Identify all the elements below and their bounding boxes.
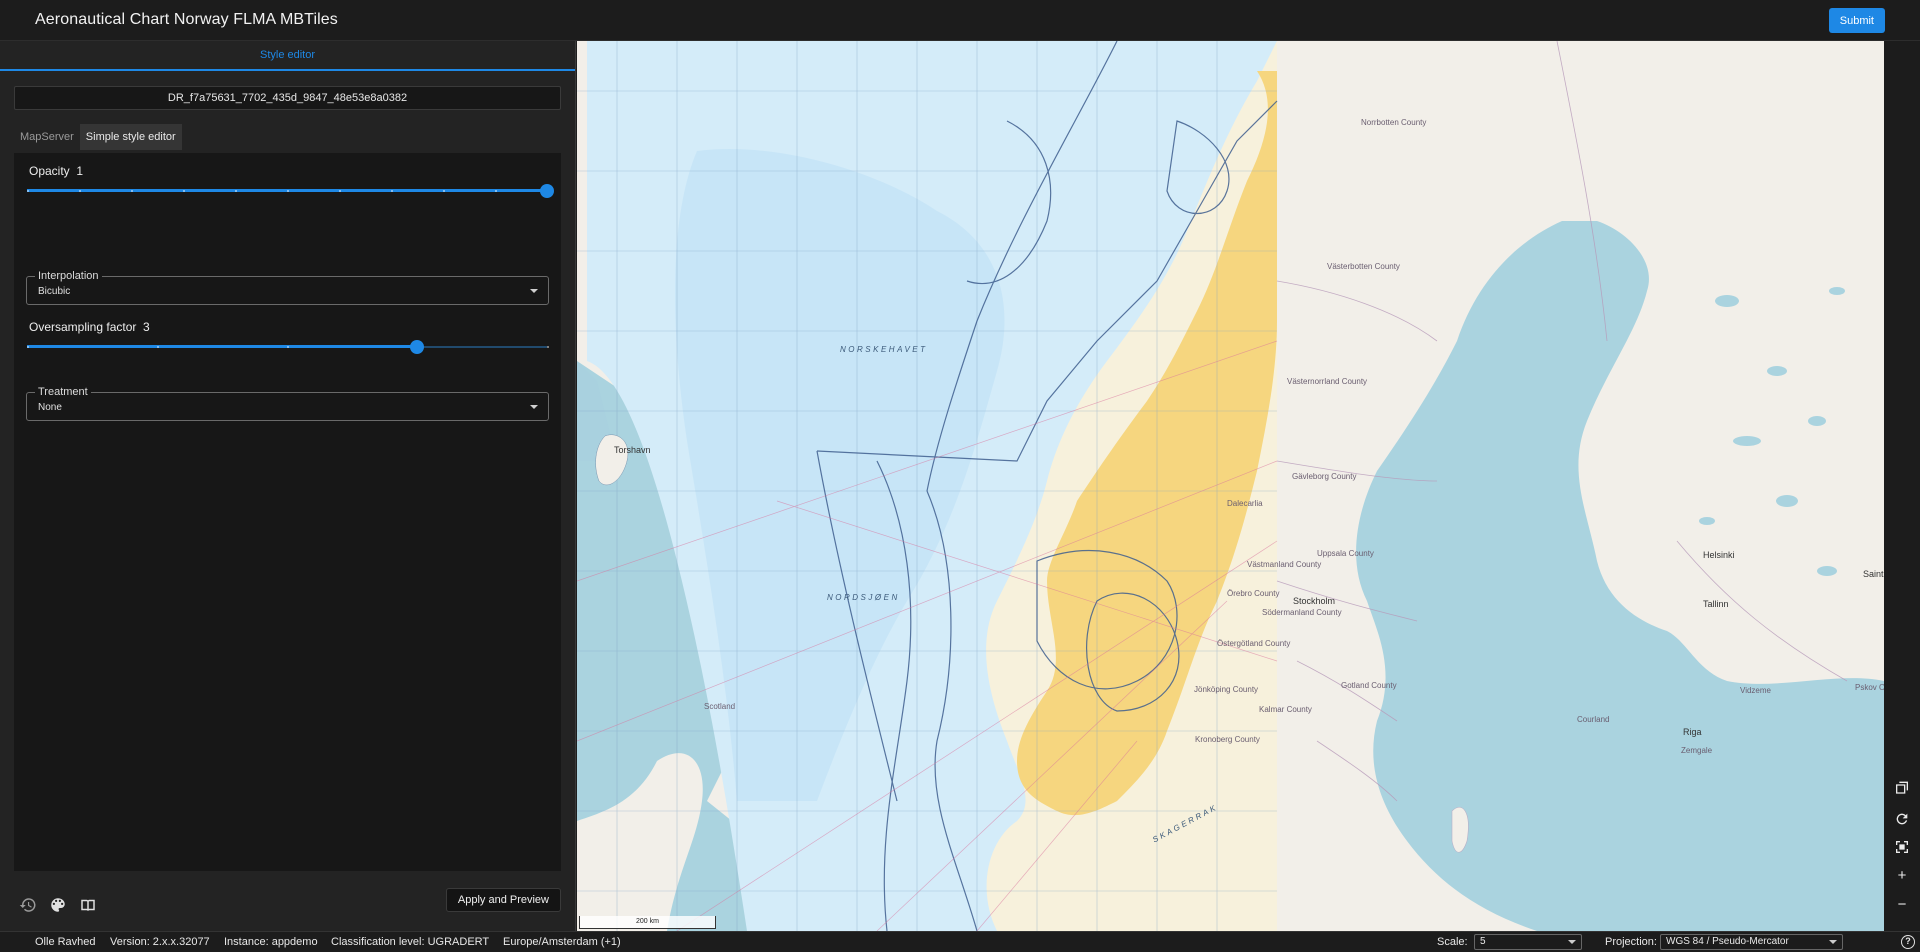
slider-tick [547,346,549,348]
book-icon[interactable] [79,896,97,914]
map-viewport[interactable]: NORSKEHAVET NORDSJØEN SKAGERRAK Torshavn… [577,41,1884,931]
map-label-pskov: Pskov Oblast [1855,683,1884,692]
slider-tick [495,190,497,192]
map-label-vastmanland: Västmanland County [1247,560,1322,569]
tab-simple-style-editor[interactable]: Simple style editor [79,124,182,150]
chevron-down-icon [1829,940,1837,944]
map-label-tallinn: Tallinn [1703,599,1729,609]
map-label-scotland: Scotland [704,702,736,711]
map-label-vasterbotten: Västerbotten County [1327,262,1400,271]
slider-tick [27,190,29,192]
fit-extent-icon[interactable] [1894,839,1910,855]
opacity-slider-thumb[interactable] [540,184,554,198]
sea-label-nordsjoen: NORDSJØEN [827,593,900,602]
treatment-select[interactable]: Treatment None [26,385,549,421]
scale-label: Scale: [1437,936,1468,948]
projection-select[interactable]: WGS 84 / Pseudo-Mercator [1660,934,1843,950]
scale-select[interactable]: 5 [1474,934,1582,950]
projection-label: Projection: [1605,936,1657,948]
style-editor-panel: Style editor DR_f7a75631_7702_435d_9847_… [0,41,576,931]
opacity-slider[interactable] [27,184,554,198]
chevron-down-icon [530,289,538,293]
slider-tick [391,190,393,192]
slider-tick [183,190,185,192]
map-label-uppsala: Uppsala County [1317,549,1374,558]
map-label-torshavn: Torshavn [614,445,651,455]
sea-label-norskehavet: NORSKEHAVET [840,345,928,354]
tab-mapserver[interactable]: MapServer [14,124,80,150]
oversampling-slider-fill [27,345,417,348]
map-label-kronoberg: Kronoberg County [1195,735,1260,744]
oversampling-value: 3 [143,320,150,334]
zoom-in-icon[interactable]: + [1894,868,1910,884]
refresh-icon[interactable] [1894,811,1910,827]
projection-value: WGS 84 / Pseudo-Mercator [1666,936,1789,947]
submit-button[interactable]: Submit [1828,8,1885,33]
help-icon[interactable]: ? [1901,935,1915,949]
instance-text: Instance: appdemo [224,936,318,948]
slider-tick [27,346,29,348]
timezone-text: Europe/Amsterdam (+1) [503,936,621,948]
map-label-courland: Courland [1577,715,1610,724]
editor-subtabs: MapServer Simple style editor [14,124,182,150]
opacity-label: Opacity 1 [29,164,83,178]
page-title: Aeronautical Chart Norway FLMA MBTiles [35,11,338,28]
oversampling-label: Oversampling factor 3 [29,320,150,334]
apply-preview-button[interactable]: Apply and Preview [445,888,561,912]
panel-footer: Apply and Preview [0,884,576,924]
map-label-ostergotland: Östergötland County [1217,639,1291,648]
map-label-vasternorrland: Västernorrland County [1287,377,1368,386]
oversampling-slider[interactable] [27,340,549,354]
interpolation-value: Bicubic [38,286,71,297]
opacity-label-text: Opacity [29,164,70,178]
interpolation-label: Interpolation [35,269,102,283]
map-label-riga: Riga [1683,727,1702,737]
scale-value: 5 [1480,936,1486,947]
zoom-out-icon[interactable]: − [1894,897,1910,913]
map-canvas [577,41,1884,931]
interpolation-select[interactable]: Interpolation Bicubic [26,269,549,305]
scale-bar: 200 km [579,916,716,929]
slider-tick [443,190,445,192]
map-label-jonkoping: Jönköping County [1194,685,1259,694]
map-label-zemgale: Zemgale [1681,746,1713,755]
map-toolbar: + − [1884,41,1920,931]
app-header: Aeronautical Chart Norway FLMA MBTiles S… [0,0,1920,41]
status-bar: Olle Ravhed Version: 2.x.x.32077 Instanc… [0,931,1920,952]
user-name: Olle Ravhed [35,936,96,948]
slider-tick [235,190,237,192]
map-label-sodermanland: Södermanland County [1262,608,1342,617]
layers-icon[interactable] [1894,781,1910,797]
chevron-down-icon [530,405,538,409]
chevron-down-icon [1568,940,1576,944]
palette-icon[interactable] [49,896,67,914]
version-text: Version: 2.x.x.32077 [110,936,210,948]
history-icon[interactable] [19,896,37,914]
map-label-gotland: Gotland County [1341,681,1397,690]
oversampling-slider-thumb[interactable] [410,340,424,354]
slider-tick [287,346,289,348]
layer-id-field: DR_f7a75631_7702_435d_9847_48e53e8a0382 [14,86,561,110]
map-label-dalecarlia: Dalecarlia [1227,499,1263,508]
classification-text: Classification level: UGRADERT [331,936,490,948]
slider-tick [157,346,159,348]
simple-style-editor: Opacity 1 Interpolation Bicubic Oversamp… [14,153,561,871]
opacity-value: 1 [76,164,84,178]
map-label-kalmar: Kalmar County [1259,705,1312,714]
map-label-vidzeme: Vidzeme [1740,686,1771,695]
slider-tick [339,190,341,192]
map-label-helsinki: Helsinki [1703,550,1735,560]
treatment-label: Treatment [35,385,91,399]
map-label-norrbotten: Norrbotten County [1361,118,1427,127]
map-label-stockholm: Stockholm [1293,596,1336,606]
slider-tick [287,190,289,192]
slider-tick [79,190,81,192]
map-label-orebro: Örebro County [1227,589,1280,598]
map-label-gavleborg: Gävleborg County [1292,472,1357,481]
tab-style-editor[interactable]: Style editor [0,41,575,71]
map-label-saint: Saint [1863,569,1884,579]
oversampling-label-text: Oversampling factor [29,320,137,334]
slider-tick [131,190,133,192]
treatment-value: None [38,402,62,413]
